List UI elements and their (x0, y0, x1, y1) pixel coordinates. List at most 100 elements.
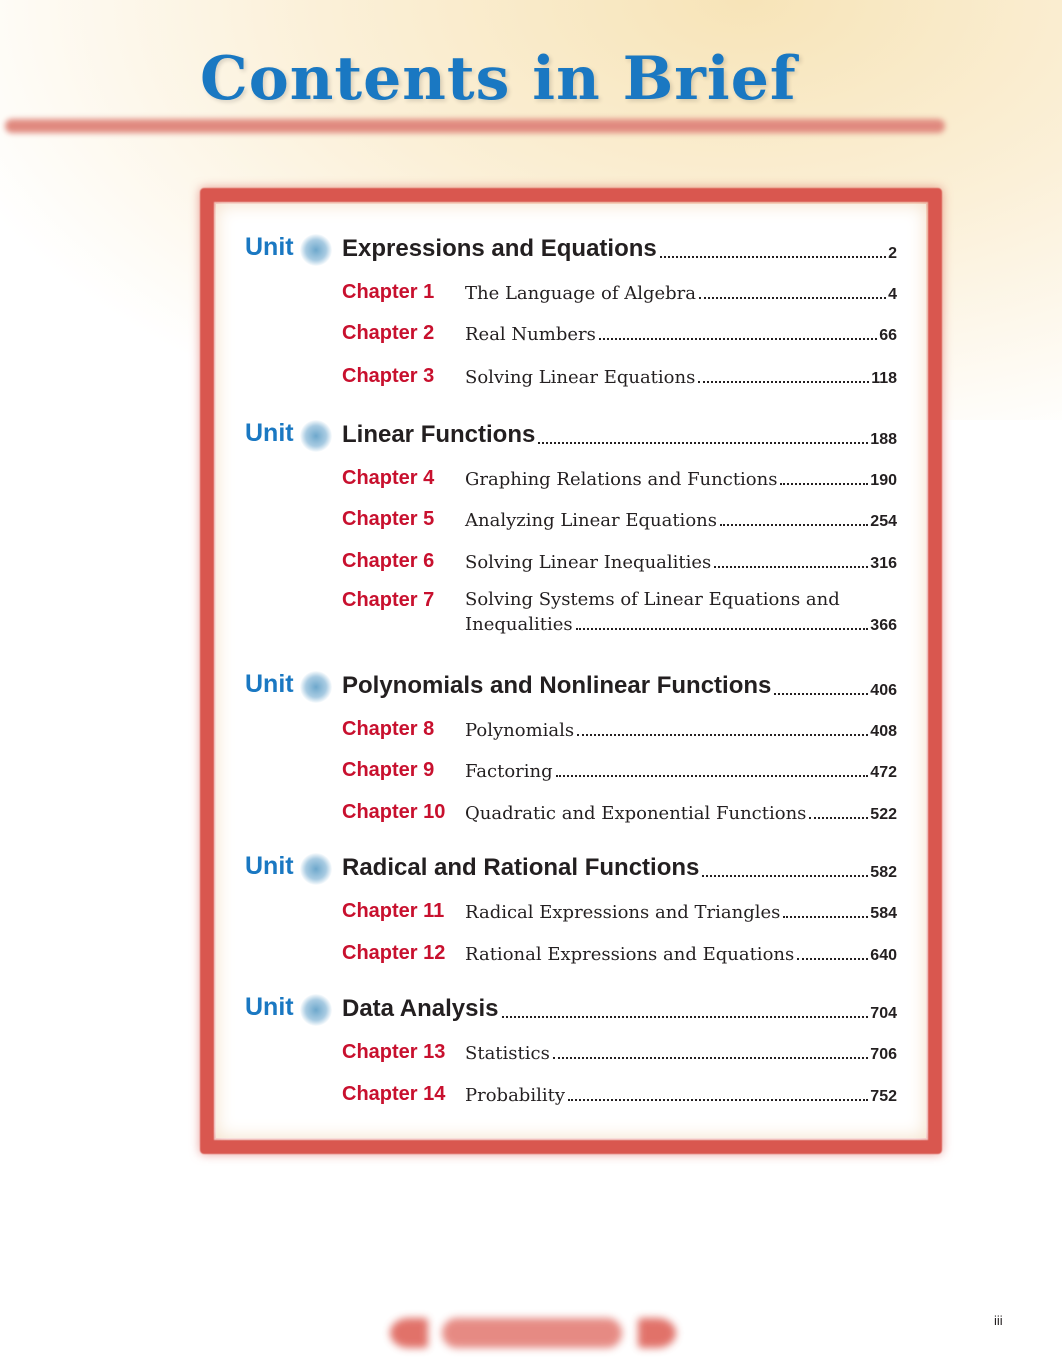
chapter-label: Chapter 6 (342, 550, 435, 572)
chapter-label: Chapter 5 (342, 508, 435, 530)
unit-badge-icon (300, 853, 332, 885)
page-ref: 582 (870, 864, 897, 881)
unit-label: Unit (245, 419, 294, 447)
chapter-title: Statistics (465, 1043, 550, 1064)
page-ref: 584 (870, 905, 897, 922)
chapter-entry[interactable]: Chapter 8 Polynomials 408 (342, 715, 897, 741)
title-underline (5, 119, 945, 133)
chapter-title: Radical Expressions and Triangles (465, 902, 781, 923)
page-ref: 522 (870, 806, 897, 823)
dot-leader (555, 775, 869, 777)
dot-leader (598, 338, 878, 340)
chapter-entry[interactable]: Chapter 13 Statistics 706 (342, 1038, 897, 1064)
next-page-button[interactable] (638, 1318, 676, 1348)
chapter-label: Chapter 1 (342, 281, 435, 303)
unit-title: Polynomials and Nonlinear Functions (342, 672, 772, 699)
dot-leader (575, 628, 869, 630)
unit-title: Radical and Rational Functions (342, 854, 700, 881)
dot-leader (568, 1099, 869, 1101)
dot-leader (719, 524, 869, 526)
unit-entry[interactable]: Data Analysis 704 (342, 993, 897, 1023)
dot-leader (809, 817, 869, 819)
page-ref: 188 (870, 431, 897, 448)
unit-title: Linear Functions (342, 421, 536, 448)
chapter-label: Chapter 3 (342, 365, 435, 387)
dot-leader (659, 256, 887, 258)
chapter-label: Chapter 8 (342, 718, 435, 740)
chapter-title: Polynomials (465, 720, 575, 741)
chapter-entry[interactable]: Chapter 2 Real Numbers 66 (342, 319, 897, 345)
page-ref: 118 (871, 370, 897, 387)
unit-entry[interactable]: Radical and Rational Functions 582 (342, 852, 897, 882)
unit-label: Unit (245, 852, 294, 880)
unit-entry[interactable]: Expressions and Equations 2 (342, 233, 897, 263)
unit-label: Unit (245, 670, 294, 698)
chapter-label: Chapter 2 (342, 322, 435, 344)
chapter-title: The Language of Algebra (465, 283, 697, 304)
page-ref: 704 (870, 1005, 897, 1022)
unit-label: Unit (245, 993, 294, 1021)
page-title: Contents in Brief (200, 44, 797, 114)
previous-page-button[interactable] (390, 1318, 428, 1348)
page-ref: 472 (870, 764, 897, 781)
page-ref: 752 (870, 1088, 897, 1105)
chapter-title: Factoring (465, 761, 553, 782)
chapter-title: Solving Linear Inequalities (465, 552, 712, 573)
page-ref: 316 (870, 555, 897, 572)
page-ref: 190 (870, 472, 897, 489)
chapter-label: Chapter 14 (342, 1083, 446, 1105)
chapter-title: Rational Expressions and Equations (465, 944, 795, 965)
dot-leader (577, 734, 869, 736)
dot-leader (797, 958, 869, 960)
unit-label: Unit (245, 233, 294, 261)
dot-leader (714, 566, 869, 568)
home-button[interactable] (442, 1318, 622, 1348)
page-ref: 2 (888, 245, 897, 262)
page-ref: 406 (870, 682, 897, 699)
dot-leader (783, 916, 869, 918)
unit-entry[interactable]: Polynomials and Nonlinear Functions 406 (342, 670, 897, 700)
dot-leader (552, 1057, 869, 1059)
chapter-entry[interactable]: Chapter 14 Probability 752 (342, 1080, 897, 1106)
page-number: iii (994, 1313, 1003, 1328)
unit-badge-icon (300, 234, 332, 266)
unit-entry[interactable]: Linear Functions 188 (342, 419, 897, 449)
dot-leader (698, 381, 870, 383)
unit-title: Data Analysis (342, 995, 499, 1022)
unit-badge-icon (300, 420, 332, 452)
chapter-label: Chapter 4 (342, 467, 435, 489)
dot-leader (501, 1016, 869, 1018)
chapter-entry[interactable]: Chapter 9 Factoring 472 (342, 756, 897, 782)
chapter-entry[interactable]: Chapter 11 Radical Expressions and Trian… (342, 897, 897, 923)
chapter-title: Analyzing Linear Equations (465, 510, 717, 531)
chapter-entry[interactable]: Chapter 6 Solving Linear Inequalities 31… (342, 547, 897, 573)
page-ref: 254 (870, 513, 897, 530)
chapter-title: Graphing Relations and Functions (465, 469, 778, 490)
chapter-entry[interactable]: Chapter 4 Graphing Relations and Functio… (342, 464, 897, 490)
unit-badge-icon (300, 671, 332, 703)
chapter-entry[interactable]: Chapter 7 Solving Systems of Linear Equa… (342, 589, 897, 641)
chapter-entry[interactable]: Chapter 3 Solving Linear Equations 118 (342, 362, 897, 388)
chapter-label: Chapter 11 (342, 900, 445, 922)
unit-title: Expressions and Equations (342, 235, 657, 262)
chapter-entry[interactable]: Chapter 10 Quadratic and Exponential Fun… (342, 798, 897, 824)
chapter-title: Quadratic and Exponential Functions (465, 803, 807, 824)
page-ref: 366 (870, 617, 897, 634)
unit-badge-icon (300, 994, 332, 1026)
chapter-title: Real Numbers (465, 324, 596, 345)
page-ref: 640 (870, 947, 897, 964)
chapter-entry[interactable]: Chapter 12 Rational Expressions and Equa… (342, 939, 897, 965)
page-ref: 408 (870, 723, 897, 740)
dot-leader (780, 483, 869, 485)
chapter-label: Chapter 10 (342, 801, 446, 823)
dot-leader (538, 442, 869, 444)
chapter-entry[interactable]: Chapter 5 Analyzing Linear Equations 254 (342, 505, 897, 531)
dot-leader (702, 875, 869, 877)
chapter-label: Chapter 12 (342, 942, 446, 964)
dot-leader (699, 297, 887, 299)
chapter-title: Probability (465, 1085, 566, 1106)
page-ref: 4 (888, 286, 897, 303)
chapter-label: Chapter 13 (342, 1041, 446, 1063)
chapter-entry[interactable]: Chapter 1 The Language of Algebra 4 (342, 278, 897, 304)
page-ref: 706 (870, 1046, 897, 1063)
